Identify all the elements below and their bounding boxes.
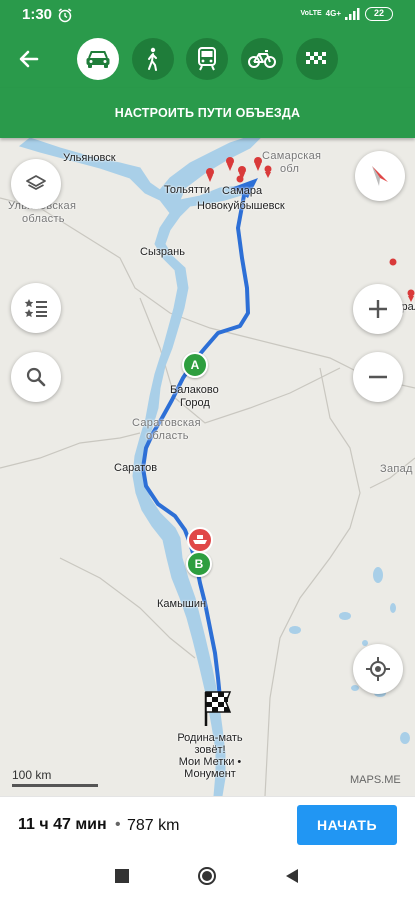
car-icon: [86, 51, 110, 68]
map-label: Самарская: [262, 150, 322, 162]
ferry-marker[interactable]: [187, 527, 213, 553]
map-label: Тольятти: [164, 184, 211, 196]
map-label: Новокуйбышевск: [197, 200, 285, 212]
map-label: Самара: [222, 185, 263, 197]
map-label: Город: [180, 397, 210, 409]
layers-button[interactable]: [11, 159, 61, 209]
map-label: область: [22, 213, 65, 225]
bookmarks-button[interactable]: [11, 283, 61, 333]
recent-apps-button[interactable]: [110, 864, 134, 888]
avoid-routes-button[interactable]: НАСТРОИТЬ ПУТИ ОБЪЕЗДА: [0, 88, 415, 138]
waypoint-b-marker[interactable]: B: [186, 551, 212, 577]
map-scale: 100 km: [12, 768, 98, 787]
taxi-icon: [306, 52, 326, 64]
compass-icon: [372, 166, 388, 186]
mode-car-button[interactable]: [77, 38, 119, 80]
map-label: Сызрань: [140, 246, 185, 258]
route-time: 11 ч 47 мин: [18, 816, 107, 833]
mode-taxi-button[interactable]: [296, 38, 338, 80]
map-label: обл: [280, 163, 300, 175]
map-label: Саратовская: [132, 417, 201, 429]
search-icon: [26, 367, 46, 387]
map-label: Запад: [380, 463, 413, 475]
mode-transit-button[interactable]: [186, 38, 228, 80]
status-bar: 1:30 VoLTE 4G+ 22: [0, 0, 415, 30]
bookmarks-list-icon: [24, 299, 47, 318]
bicycle-icon: [248, 50, 276, 68]
compass-button[interactable]: [355, 151, 405, 201]
battery-indicator: 22: [365, 7, 393, 21]
volte-badge: VoLTE: [300, 10, 322, 17]
map-label: Саратов: [114, 462, 158, 474]
map-label: область: [146, 430, 189, 442]
walk-icon: [148, 47, 157, 71]
finish-flag-icon[interactable]: [200, 688, 234, 728]
zoom-in-button[interactable]: [353, 284, 403, 334]
system-back-button[interactable]: [280, 864, 304, 888]
square-icon: [115, 869, 129, 883]
separator-dot: •: [115, 816, 121, 833]
train-icon: [198, 47, 216, 71]
my-location-button[interactable]: [353, 644, 403, 694]
map-view[interactable]: Ульяновск Ульяновская область Самарская …: [0, 138, 415, 796]
back-triangle-icon: [286, 869, 298, 883]
location-target-icon: [366, 657, 390, 681]
alarm-icon: [58, 8, 72, 23]
map-label: Камышин: [157, 598, 207, 610]
signal-icon: [345, 8, 360, 20]
layers-icon: [26, 175, 46, 190]
map-label: Балаково: [170, 384, 219, 396]
status-time: 1:30: [22, 6, 53, 23]
waypoint-a-marker[interactable]: A: [182, 352, 208, 378]
mode-pedestrian-button[interactable]: [132, 38, 174, 80]
transport-bar: [0, 30, 415, 88]
minus-icon: [369, 375, 387, 379]
signal-badge: 4G+: [325, 9, 341, 18]
map-label: Ульяновск: [63, 152, 116, 164]
route-summary-bar: 11 ч 47 мин • 787 km НАЧАТЬ: [0, 796, 415, 852]
zoom-out-button[interactable]: [353, 352, 403, 402]
start-navigation-button[interactable]: НАЧАТЬ: [297, 805, 397, 845]
search-button[interactable]: [11, 352, 61, 402]
home-circle-icon: [198, 867, 216, 885]
bookmark-label[interactable]: Родина-мать зовёт! Мои Метки • Монумент: [172, 732, 248, 780]
back-arrow-icon[interactable]: [14, 44, 44, 74]
attribution: MAPS.ME: [350, 774, 401, 786]
ferry-icon: [193, 535, 207, 544]
home-button[interactable]: [195, 864, 219, 888]
route-distance: 787 km: [127, 817, 180, 834]
plus-icon: [369, 300, 387, 318]
system-nav-bar: [0, 852, 415, 900]
mode-bicycle-button[interactable]: [241, 38, 283, 80]
